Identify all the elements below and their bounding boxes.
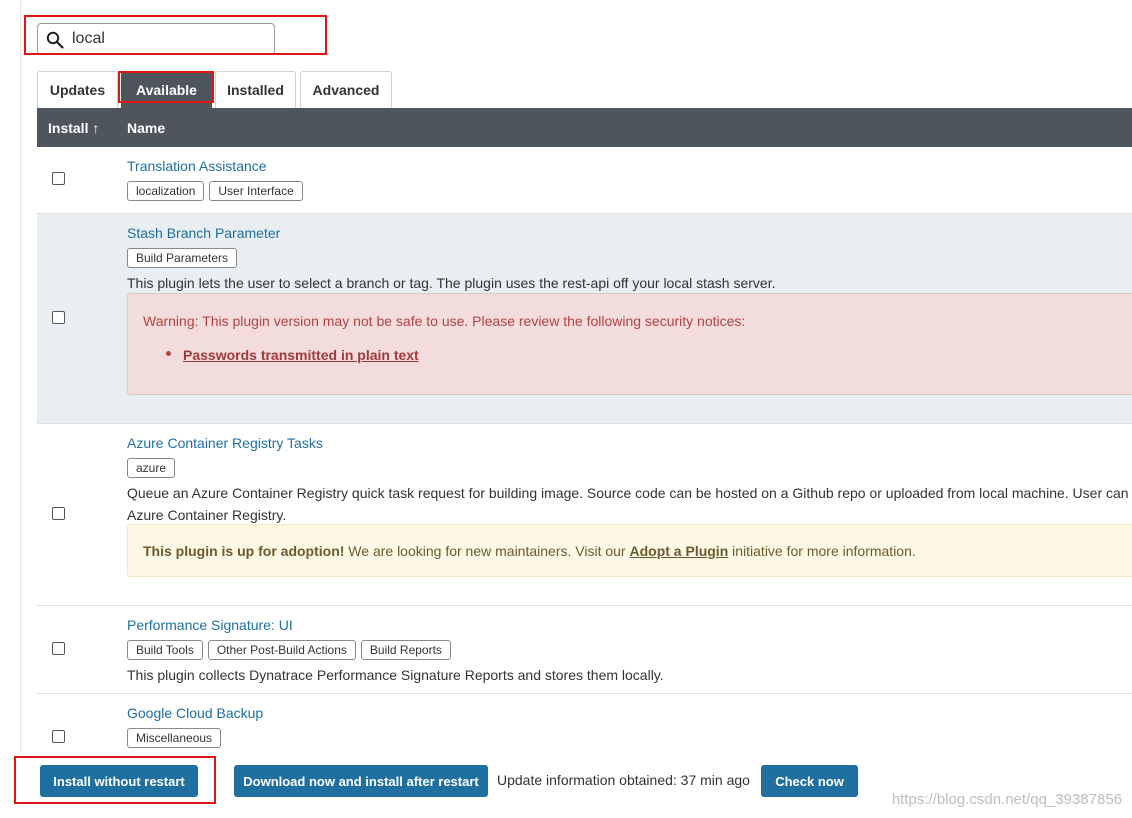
install-checkbox[interactable] [52,642,65,655]
tag[interactable]: localization [127,181,205,201]
check-now-button[interactable]: Check now [761,765,858,797]
bullet-icon [166,351,171,356]
tag[interactable]: Build Reports [360,640,451,660]
column-name[interactable]: Name [127,120,165,136]
adoption-notice: This plugin is up for adoption! We are l… [127,524,1132,577]
tab-installed[interactable]: Installed [215,71,296,108]
tag[interactable]: Miscellaneous [127,728,222,748]
plugin-row-translation-assistance: Translation Assistance localization User… [37,147,1132,214]
plugin-description: Queue an Azure Container Registry quick … [127,485,1132,501]
adopt-plugin-link[interactable]: Adopt a Plugin [629,543,728,559]
install-checkbox[interactable] [52,730,65,743]
download-install-after-restart-button[interactable]: Download now and install after restart [234,765,488,797]
tag-list: Miscellaneous [127,728,222,748]
tag[interactable]: User Interface [209,181,303,201]
tag-list: localization User Interface [127,181,303,201]
tab-updates[interactable]: Updates [37,71,118,108]
plugin-description: This plugin collects Dynatrace Performan… [127,667,664,683]
page-left-border [20,0,21,818]
plugin-description-continued: Azure Container Registry. [127,507,287,523]
plugin-description: This plugin lets the user to select a br… [127,275,776,291]
tag-list: Build Tools Other Post-Build Actions Bui… [127,640,451,660]
highlight-install-button [14,756,216,804]
tag[interactable]: Other Post-Build Actions [207,640,356,660]
adoption-heading: This plugin is up for adoption! [143,543,345,559]
plugin-row-performance-signature-ui: Performance Signature: UI Build Tools Ot… [37,606,1132,694]
warning-text: Warning: This plugin version may not be … [143,313,746,329]
table-header: Install ↑ Name [37,108,1132,147]
plugin-link[interactable]: Azure Container Registry Tasks [127,435,323,451]
install-checkbox[interactable] [52,507,65,520]
column-install[interactable]: Install ↑ [48,120,99,136]
plugin-row-azure-container-registry-tasks: Azure Container Registry Tasks azure Que… [37,424,1132,606]
plugin-row-stash-branch-parameter: Stash Branch Parameter Build Parameters … [37,214,1132,424]
tag-list: azure [127,458,176,478]
tag[interactable]: Build Parameters [127,248,238,268]
tab-advanced[interactable]: Advanced [300,71,392,108]
update-info-text: Update information obtained: 37 min ago [497,772,750,788]
adoption-text: We are looking for new maintainers. Visi… [344,543,630,559]
tag[interactable]: Build Tools [127,640,203,660]
adoption-text-end: initiative for more information. [728,543,916,559]
watermark: https://blog.csdn.net/qq_39387856 [891,791,1122,808]
plugin-link[interactable]: Stash Branch Parameter [127,225,280,241]
plugin-link[interactable]: Performance Signature: UI [127,617,293,633]
tag[interactable]: azure [127,458,176,478]
install-checkbox[interactable] [52,311,65,324]
security-warning: Warning: This plugin version may not be … [127,293,1132,395]
install-checkbox[interactable] [52,172,65,185]
tag-list: Build Parameters [127,248,238,268]
security-notice-link[interactable]: Passwords transmitted in plain text [183,347,419,363]
plugin-link[interactable]: Translation Assistance [127,158,267,174]
highlight-search [24,15,327,55]
plugin-link[interactable]: Google Cloud Backup [127,705,263,721]
highlight-available-tab [118,71,214,103]
